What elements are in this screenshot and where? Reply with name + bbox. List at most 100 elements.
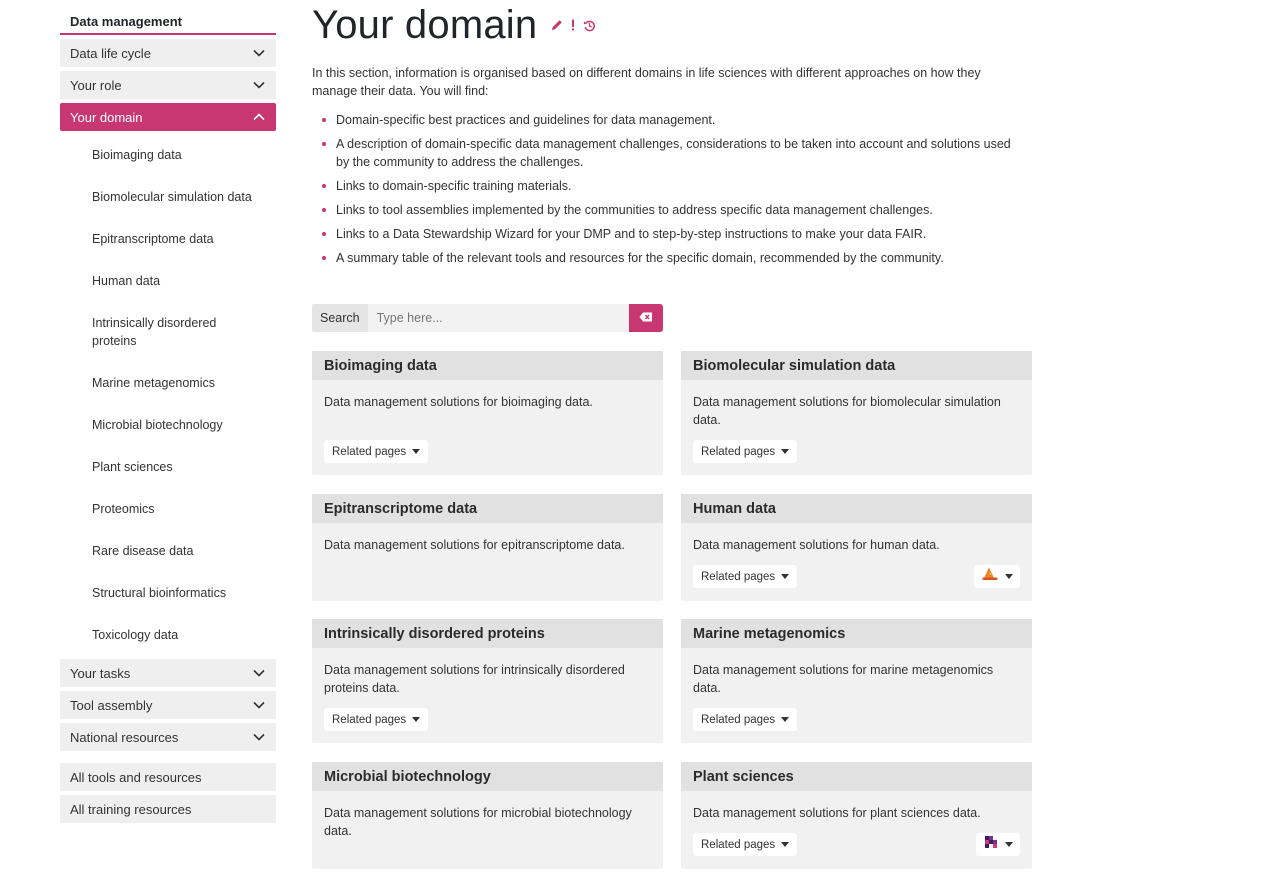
list-item: Domain-specific best practices and guide…	[312, 111, 1024, 129]
submenu-item-microbial-biotechnology[interactable]: Microbial biotechnology	[60, 411, 276, 439]
domain-card-intrinsically-disordered-proteins: Intrinsically disordered proteins Data m…	[312, 619, 663, 743]
chevron-down-icon	[252, 666, 266, 680]
card-title[interactable]: Epitranscriptome data	[312, 494, 663, 523]
title-actions	[551, 17, 596, 34]
submenu-item-marine-metagenomics[interactable]: Marine metagenomics	[60, 369, 276, 397]
backspace-icon	[639, 309, 653, 327]
domain-card-bioimaging-data: Bioimaging data Data management solution…	[312, 351, 663, 475]
card-description: Data management solutions for intrinsica…	[324, 663, 625, 695]
intro-bullet-list: Domain-specific best practices and guide…	[312, 111, 1032, 267]
sidebar-item-label: Tool assembly	[70, 697, 153, 713]
card-title[interactable]: Plant sciences	[681, 762, 1032, 791]
sidebar-item-label: Data life cycle	[70, 45, 151, 61]
tools-dropdown[interactable]	[976, 833, 1020, 856]
card-title[interactable]: Microbial biotechnology	[312, 762, 663, 791]
intro-paragraph: In this section, information is organise…	[312, 66, 981, 98]
sidebar-item-your-domain[interactable]: Your domain	[60, 103, 276, 131]
submenu-item-proteomics[interactable]: Proteomics	[60, 495, 276, 523]
domain-card-plant-sciences: Plant sciences Data management solutions…	[681, 762, 1032, 869]
sidebar: Data management Data life cycle Your rol…	[60, 8, 276, 827]
related-pages-dropdown[interactable]: Related pages	[693, 440, 798, 463]
search-clear-button[interactable]	[629, 304, 663, 332]
sidebar-extra-links: All tools and resources All training res…	[60, 763, 276, 823]
tools-dropdown[interactable]	[974, 565, 1020, 588]
card-title[interactable]: Bioimaging data	[312, 351, 663, 380]
related-pages-label: Related pages	[701, 838, 776, 851]
list-item: Links to tool assemblies implemented by …	[312, 201, 1024, 219]
sidebar-item-all-training-resources[interactable]: All training resources	[60, 795, 276, 823]
caret-down-icon	[781, 842, 790, 847]
sidebar-item-your-tasks[interactable]: Your tasks	[60, 659, 276, 687]
chevron-down-icon	[252, 698, 266, 712]
related-pages-dropdown[interactable]: Related pages	[693, 708, 798, 731]
card-title[interactable]: Marine metagenomics	[681, 619, 1032, 648]
sidebar-item-tool-assembly[interactable]: Tool assembly	[60, 691, 276, 719]
submenu-item-intrinsically-disordered-proteins[interactable]: Intrinsically disordered proteins	[60, 309, 240, 355]
related-pages-dropdown[interactable]: Related pages	[324, 440, 429, 463]
submenu-item-rare-disease-data[interactable]: Rare disease data	[60, 537, 276, 565]
submenu-item-bioimaging-data[interactable]: Bioimaging data	[60, 141, 276, 169]
edit-pencil-icon[interactable]	[551, 19, 563, 33]
list-item: Links to a Data Stewardship Wizard for y…	[312, 225, 1024, 243]
title-row: Your domain	[312, 0, 1032, 50]
search-label: Search	[312, 304, 368, 332]
related-pages-label: Related pages	[332, 713, 407, 726]
search-input[interactable]	[367, 304, 629, 332]
domain-card-biomolecular-simulation-data: Biomolecular simulation data Data manage…	[681, 351, 1032, 475]
related-pages-label: Related pages	[701, 713, 776, 726]
sidebar-item-your-role[interactable]: Your role	[60, 71, 276, 99]
submenu-item-structural-bioinformatics[interactable]: Structural bioinformatics	[60, 579, 276, 607]
related-pages-dropdown[interactable]: Related pages	[693, 833, 798, 856]
card-title[interactable]: Intrinsically disordered proteins	[312, 619, 663, 648]
card-title[interactable]: Biomolecular simulation data	[681, 351, 1032, 380]
related-pages-label: Related pages	[332, 445, 407, 458]
domain-submenu: Bioimaging data Biomolecular simulation …	[60, 135, 276, 657]
main-content: Your domain In this section, information…	[312, 0, 1032, 869]
card-title[interactable]: Human data	[681, 494, 1032, 523]
sidebar-item-label: National resources	[70, 729, 179, 745]
submenu-item-human-data[interactable]: Human data	[60, 267, 276, 295]
page-title: Your domain	[312, 2, 538, 47]
card-description: Data management solutions for marine met…	[693, 663, 994, 695]
list-item: A summary table of the relevant tools an…	[312, 249, 1024, 267]
caret-down-icon	[412, 717, 421, 722]
caret-down-icon	[781, 717, 790, 722]
history-icon[interactable]	[583, 19, 596, 34]
domain-card-marine-metagenomics: Marine metagenomics Data management solu…	[681, 619, 1032, 743]
pixel-logo-icon	[984, 835, 998, 854]
submenu-item-toxicology-data[interactable]: Toxicology data	[60, 621, 276, 649]
submenu-item-epitranscriptome-data[interactable]: Epitranscriptome data	[60, 225, 276, 253]
card-description: Data management solutions for human data…	[693, 538, 940, 552]
related-pages-dropdown[interactable]: Related pages	[693, 565, 798, 588]
sidebar-item-all-tools-and-resources[interactable]: All tools and resources	[60, 763, 276, 791]
chevron-down-icon	[252, 46, 266, 60]
domain-card-human-data: Human data Data management solutions for…	[681, 494, 1032, 601]
related-pages-dropdown[interactable]: Related pages	[324, 708, 429, 731]
related-pages-label: Related pages	[701, 445, 776, 458]
search-bar: Search	[312, 304, 663, 332]
domain-card-epitranscriptome-data: Epitranscriptome data Data management so…	[312, 494, 663, 601]
caret-down-icon	[781, 449, 790, 454]
sidebar-item-national-resources[interactable]: National resources	[60, 723, 276, 751]
sidebar-nav: Data life cycle Your role Your domain Bi…	[60, 39, 276, 823]
list-item: A description of domain-specific data ma…	[312, 135, 1024, 171]
sidebar-item-label: All tools and resources	[70, 769, 202, 785]
chevron-up-icon	[252, 110, 266, 124]
caret-down-icon	[1005, 574, 1013, 579]
sidebar-item-data-life-cycle[interactable]: Data life cycle	[60, 39, 276, 67]
sidebar-item-label: Your domain	[70, 109, 143, 125]
card-description: Data management solutions for epitranscr…	[324, 538, 625, 552]
wizard-hat-icon	[982, 567, 998, 586]
sidebar-item-label: All training resources	[70, 801, 192, 817]
submenu-item-plant-sciences[interactable]: Plant sciences	[60, 453, 276, 481]
sidebar-item-label: Your tasks	[70, 665, 131, 681]
card-description: Data management solutions for biomolecul…	[693, 395, 1001, 427]
submenu-item-biomolecular-simulation-data[interactable]: Biomolecular simulation data	[60, 183, 276, 211]
list-item: Links to domain-specific training materi…	[312, 177, 1024, 195]
sidebar-item-label: Your role	[70, 77, 122, 93]
card-description: Data management solutions for bioimaging…	[324, 395, 593, 409]
exclamation-icon[interactable]	[571, 19, 575, 33]
caret-down-icon	[412, 449, 421, 454]
domain-card-microbial-biotechnology: Microbial biotechnology Data management …	[312, 762, 663, 869]
sidebar-heading[interactable]: Data management	[60, 8, 276, 35]
